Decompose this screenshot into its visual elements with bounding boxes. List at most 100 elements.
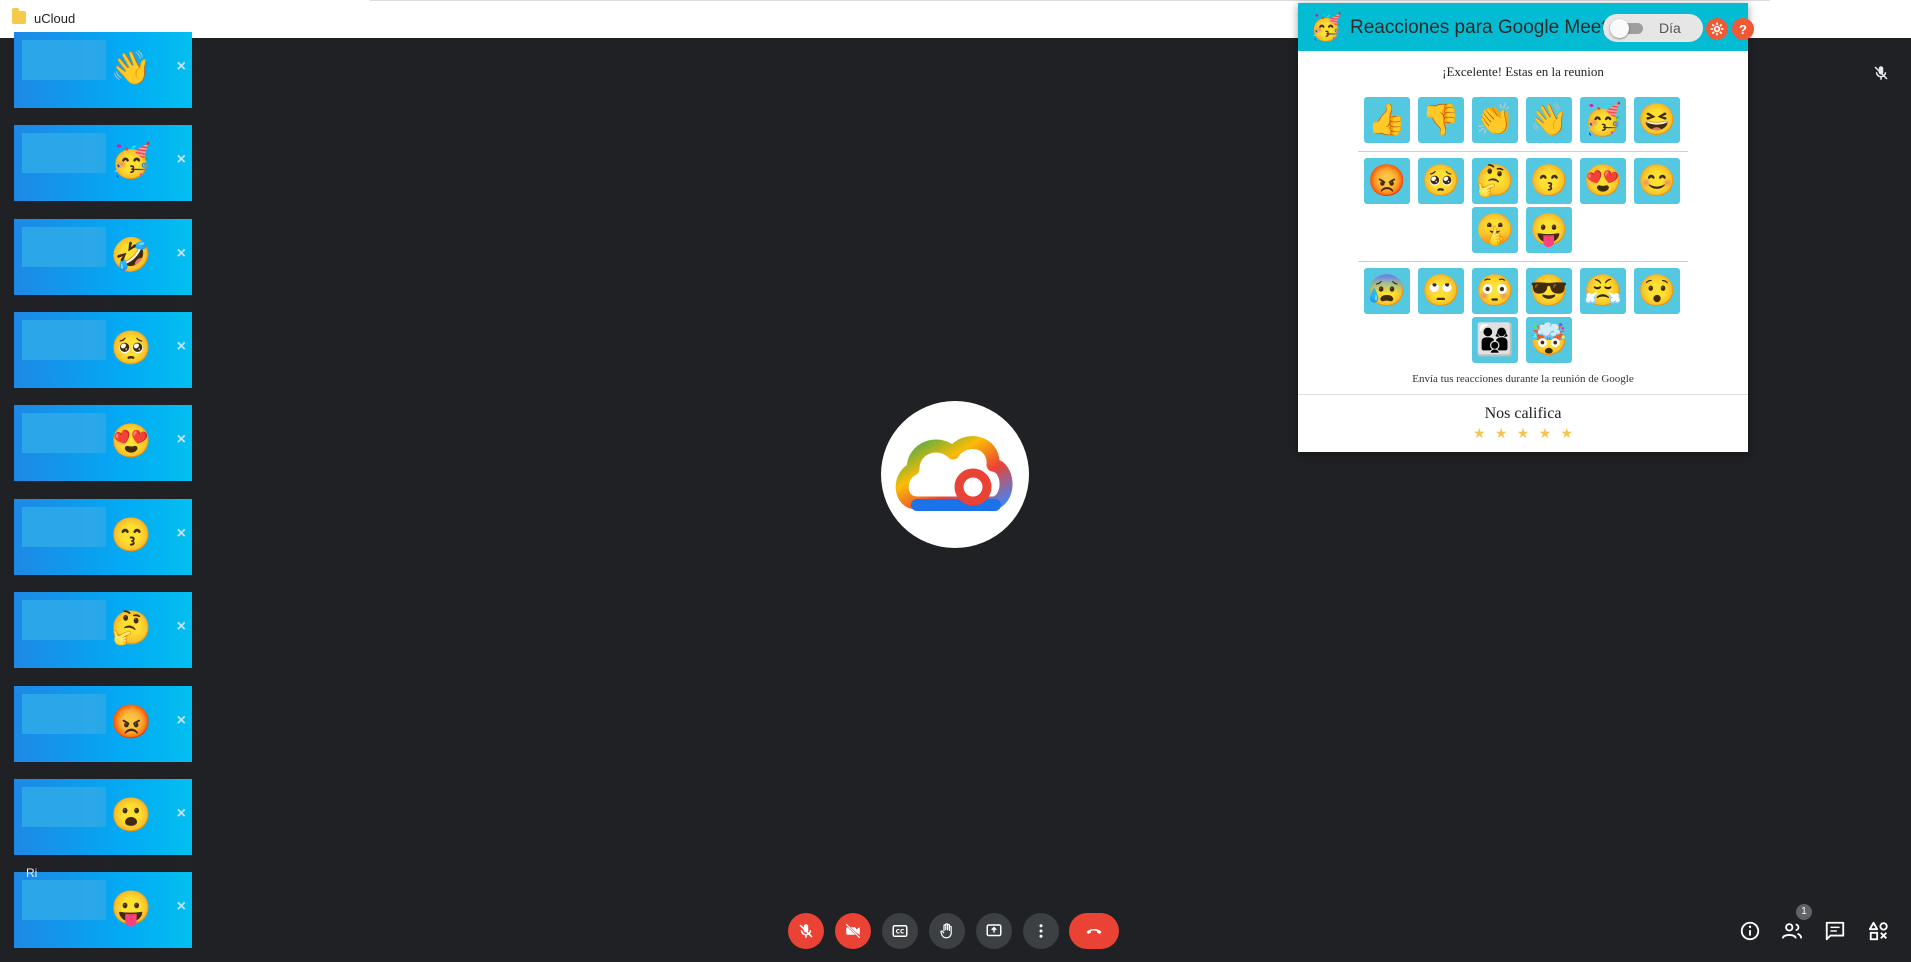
mic-off-icon [799, 924, 813, 938]
reaction-tile: 🤔 × [14, 592, 192, 668]
tile-pane [22, 600, 106, 640]
close-icon[interactable]: × [177, 805, 186, 823]
reaction-tile: 😍 × [14, 405, 192, 481]
tile-pane [22, 40, 106, 80]
tile-emoji: 😡 [110, 703, 152, 740]
activities-icon [1868, 921, 1888, 941]
emoji-button[interactable]: 👎 [1418, 97, 1464, 143]
close-icon[interactable]: × [177, 898, 186, 916]
avatar [881, 401, 1029, 548]
help-icon: ? [1739, 21, 1747, 37]
toggle-knob [1610, 19, 1629, 38]
reaction-tile: 😡 × [14, 686, 192, 762]
captions-button[interactable]: CC [882, 913, 918, 949]
emoji-button[interactable]: 🥺 [1418, 158, 1464, 204]
rating-stars: ★ ★ ★ ★ ★ [1473, 425, 1573, 442]
activities-button[interactable] [1866, 918, 1892, 944]
window-title: uCloud [34, 11, 76, 26]
reaction-tile: 🤣 × [14, 219, 192, 295]
close-icon[interactable]: × [177, 712, 186, 730]
close-icon[interactable]: × [177, 58, 186, 76]
close-icon[interactable]: × [177, 338, 186, 356]
tile-pane [22, 694, 106, 734]
emoji-button[interactable]: 😯 [1634, 268, 1680, 314]
settings-button[interactable] [1706, 18, 1728, 40]
close-icon[interactable]: × [177, 525, 186, 543]
participants-button[interactable] [1779, 918, 1805, 944]
tile-pane [22, 320, 106, 360]
svg-text:CC: CC [896, 929, 905, 936]
camera-off-icon [845, 923, 861, 939]
emoji-button[interactable]: 👨‍👩‍👦 [1472, 317, 1518, 363]
emoji-button[interactable]: 😳 [1472, 268, 1518, 314]
mic-toggle-button[interactable] [788, 913, 824, 949]
close-icon[interactable]: × [177, 151, 186, 169]
close-icon[interactable]: × [177, 618, 186, 636]
emoji-button[interactable]: 😤 [1580, 268, 1626, 314]
popup-title: Reacciones para Google Meet [1350, 17, 1607, 38]
tile-emoji: 👋 [110, 49, 152, 86]
status-message: ¡Excelente! Estas en la reunion [1442, 64, 1604, 79]
emoji-button[interactable]: 🥳 [1580, 97, 1626, 143]
section-divider [1358, 151, 1688, 152]
tile-emoji: 😍 [110, 422, 152, 459]
emoji-button[interactable]: 😆 [1634, 97, 1680, 143]
reaction-tile: 😙 × [14, 499, 192, 575]
star-icon[interactable]: ★ [1517, 425, 1530, 442]
star-icon[interactable]: ★ [1560, 425, 1573, 442]
present-button[interactable] [976, 913, 1012, 949]
tile-pane [22, 227, 106, 267]
reaction-tile: 😛 × [14, 872, 192, 948]
star-icon[interactable]: ★ [1495, 425, 1508, 442]
more-vert-icon [1039, 924, 1043, 938]
emoji-button[interactable]: 👍 [1364, 97, 1410, 143]
chat-icon [1825, 921, 1845, 941]
emoji-button[interactable]: 😡 [1364, 158, 1410, 204]
emoji-button[interactable]: 🙄 [1418, 268, 1464, 314]
emoji-button[interactable]: 🤔 [1472, 158, 1518, 204]
emoji-button[interactable]: 👏 [1472, 97, 1518, 143]
mic-off-icon [1874, 66, 1888, 80]
emoji-button[interactable]: 😍 [1580, 158, 1626, 204]
titlebar-divider [370, 0, 1770, 1]
tile-emoji: 😙 [110, 516, 152, 553]
day-mode-toggle[interactable]: Día [1603, 14, 1703, 42]
meeting-details-button[interactable] [1737, 918, 1763, 944]
camera-toggle-button[interactable] [835, 913, 871, 949]
tile-emoji: 🥺 [110, 329, 152, 366]
rating-title: Nos califica [1484, 405, 1562, 422]
rating-divider [1298, 394, 1748, 395]
emoji-button[interactable]: 🤫 [1472, 207, 1518, 253]
tile-pane [22, 133, 106, 173]
reactions-popup: 🥳 Reacciones para Google Meet Día ? ¡Exc… [1298, 3, 1754, 452]
section-divider [1358, 261, 1688, 262]
toggle-label: Día [1659, 20, 1681, 36]
reaction-tile: 👋 × [14, 32, 192, 108]
emoji-button[interactable]: 😊 [1634, 158, 1680, 204]
star-icon[interactable]: ★ [1473, 425, 1486, 442]
tile-emoji: 🤔 [110, 609, 152, 646]
emoji-button[interactable]: 🤯 [1526, 317, 1572, 363]
close-icon[interactable]: × [177, 431, 186, 449]
chat-button[interactable] [1822, 918, 1848, 944]
gear-icon [1710, 22, 1724, 36]
tile-pane [22, 880, 106, 920]
popup-header: 🥳 Reacciones para Google Meet Día ? [1298, 3, 1754, 51]
emoji-button[interactable]: 👋 [1526, 97, 1572, 143]
emoji-button[interactable]: 😙 [1526, 158, 1572, 204]
emoji-button[interactable]: 😛 [1526, 207, 1572, 253]
tile-emoji: 😛 [110, 889, 152, 926]
leave-call-button[interactable] [1069, 913, 1119, 949]
people-icon [1781, 923, 1803, 939]
folder-icon [12, 8, 26, 24]
help-button[interactable]: ? [1732, 18, 1754, 40]
hang-up-icon [1086, 928, 1102, 934]
emoji-button[interactable]: 😎 [1526, 268, 1572, 314]
close-icon[interactable]: × [177, 245, 186, 263]
emoji-button[interactable]: 😰 [1364, 268, 1410, 314]
reaction-tile: 🥺 × [14, 312, 192, 388]
star-icon[interactable]: ★ [1539, 425, 1552, 442]
more-options-button[interactable] [1023, 913, 1059, 949]
raise-hand-button[interactable] [929, 913, 965, 949]
reaction-tile: 🥳 × [14, 125, 192, 201]
